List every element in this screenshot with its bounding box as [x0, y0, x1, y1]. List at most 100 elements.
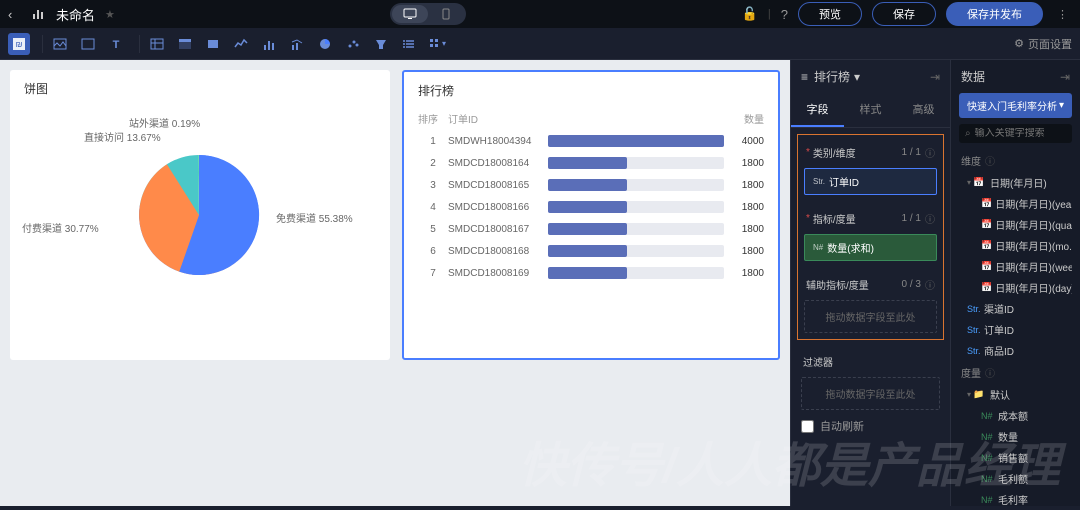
tree-item-date-year[interactable]: 📅日期(年月日)(year)	[959, 193, 1072, 214]
tree-item-profit[interactable]: N#毛利额	[959, 468, 1072, 489]
data-panel-title: 数据	[961, 68, 985, 85]
pie-chart-card[interactable]: 饼图	[10, 70, 390, 360]
back-button[interactable]: ‹	[8, 7, 26, 22]
page-settings-button[interactable]: ⚙ 页面设置	[1014, 36, 1072, 52]
table-row: 6SMDCD180081681800	[418, 240, 764, 262]
tool-grid[interactable]: ▾	[426, 33, 448, 55]
table-row: 1SMDWH180043944000	[418, 130, 764, 152]
search-input[interactable]	[975, 128, 1080, 139]
tool-funnel[interactable]	[370, 33, 392, 55]
field-chip-orderid[interactable]: Str.订单ID	[804, 168, 937, 195]
page-title: 未命名	[56, 5, 95, 24]
pie-label-direct: 直接访问 13.67%	[84, 129, 161, 144]
table-row: 5SMDCD180081671800	[418, 218, 764, 240]
config-panel: ≡ 排行榜 ▾ ⇥ 字段 样式 高级 * 类别/维度 1 / 1 ⓘ Str.订…	[790, 60, 950, 506]
info-icon[interactable]: ⓘ	[925, 211, 935, 226]
tree-item-orderid[interactable]: Str.订单ID	[959, 319, 1072, 340]
device-toggle	[390, 3, 466, 25]
auto-refresh-checkbox[interactable]	[801, 420, 814, 433]
info-icon[interactable]: ⓘ	[925, 145, 935, 160]
config-tabs: 字段 样式 高级	[791, 93, 950, 128]
desktop-button[interactable]	[392, 5, 428, 23]
table-row: 7SMDCD180081691800	[418, 262, 764, 284]
tree-item-profitrate[interactable]: N#毛利率	[959, 489, 1072, 510]
help-icon[interactable]: ?	[781, 7, 788, 22]
canvas[interactable]: 饼图	[0, 60, 790, 506]
dimension-label: 维度	[961, 153, 981, 168]
gear-icon: ⚙	[1014, 37, 1024, 50]
tool-text[interactable]: T	[105, 33, 127, 55]
tool-card[interactable]	[202, 33, 224, 55]
pie-label-outside: 站外渠道 0.19%	[129, 115, 200, 130]
svg-text:₪: ₪	[16, 40, 23, 49]
measure-label: 度量	[961, 365, 981, 380]
tool-combo[interactable]	[286, 33, 308, 55]
tool-pie[interactable]	[314, 33, 336, 55]
tree-item-date-week[interactable]: 📅日期(年月日)(week)	[959, 256, 1072, 277]
config-title: 排行榜	[814, 68, 850, 85]
collapse-icon[interactable]: ⇥	[930, 70, 940, 84]
info-icon[interactable]: ⓘ	[925, 277, 935, 292]
table-row: 3SMDCD180081651800	[418, 174, 764, 196]
tree-item-cost[interactable]: N#成本额	[959, 405, 1072, 426]
info-icon[interactable]: ⓘ	[985, 153, 995, 168]
rank-chart-card[interactable]: 排行榜 排序 订单ID 数量 1SMDWH1800439440002SMDCD1…	[402, 70, 780, 360]
tree-item-productid[interactable]: Str.商品ID	[959, 340, 1072, 361]
tool-image[interactable]	[49, 33, 71, 55]
toolbar: ₪ T ▾ ⚙ 页面设置	[0, 28, 1080, 60]
tab-style[interactable]: 样式	[844, 93, 897, 127]
dropdown-icon[interactable]: ▾	[854, 70, 860, 84]
field-chip-qty[interactable]: N#数量(求和)	[804, 234, 937, 261]
tool-scatter[interactable]	[342, 33, 364, 55]
tool-line[interactable]	[230, 33, 252, 55]
tab-advanced[interactable]: 高级	[897, 93, 950, 127]
config-fields-box: * 类别/维度 1 / 1 ⓘ Str.订单ID * 指标/度量 1 / 1 ⓘ…	[797, 134, 944, 340]
table-row: 4SMDCD180081661800	[418, 196, 764, 218]
search-icon: ⌕	[965, 128, 971, 139]
preview-button[interactable]: 预览	[798, 2, 862, 26]
tool-container[interactable]	[77, 33, 99, 55]
tab-field[interactable]: 字段	[791, 93, 844, 127]
tree-item-date-quarter[interactable]: 📅日期(年月日)(qua...	[959, 214, 1072, 235]
pie-chart	[129, 145, 269, 285]
search-box[interactable]: ⌕	[959, 124, 1072, 143]
section-aux-label: 辅助指标/度量	[806, 277, 869, 292]
star-icon[interactable]: ★	[105, 8, 115, 21]
save-publish-button[interactable]: 保存并发布	[946, 2, 1043, 26]
more-icon[interactable]: ⋮	[1053, 8, 1072, 21]
section-metric-label: 指标/度量	[813, 211, 856, 226]
pie-label-free: 免费渠道 55.38%	[276, 210, 353, 225]
lock-icon[interactable]: 🔓	[742, 6, 758, 22]
table-row: 2SMDCD180081641800	[418, 152, 764, 174]
tree-item-sales[interactable]: N#销售额	[959, 447, 1072, 468]
tool-kpi[interactable]: ₪	[8, 33, 30, 55]
tree-item-default[interactable]: ▾📁默认	[959, 384, 1072, 405]
collapse-icon[interactable]: ⇥	[1060, 70, 1070, 84]
data-panel: 数据 ⇥ 快速入门毛利率分析 ▾ ⌕ 维度 ⓘ ▾📅日期(年月日) 📅日期(年月…	[950, 60, 1080, 506]
auto-refresh-row[interactable]: 自动刷新	[791, 410, 950, 442]
svg-text:T: T	[113, 39, 120, 51]
tree-item-channelid[interactable]: Str.渠道ID	[959, 298, 1072, 319]
aux-drop-zone[interactable]: 拖动数据字段至此处	[804, 300, 937, 333]
tool-crosstab[interactable]	[174, 33, 196, 55]
tool-table[interactable]	[146, 33, 168, 55]
section-category-label: 类别/维度	[813, 145, 856, 160]
section-filter-label: 过滤器	[803, 354, 833, 369]
rank-header: 排序 订单ID 数量	[418, 107, 764, 130]
dataset-selector[interactable]: 快速入门毛利率分析 ▾	[959, 93, 1072, 118]
tool-list[interactable]	[398, 33, 420, 55]
pie-title: 饼图	[24, 80, 376, 97]
tool-bar[interactable]	[258, 33, 280, 55]
topbar: ‹ 未命名 ★ 🔓 | ? 预览 保存 保存并发布 ⋮	[0, 0, 1080, 28]
pie-label-paid: 付费渠道 30.77%	[22, 220, 99, 235]
tree-item-date-day[interactable]: 📅日期(年月日)(day)	[959, 277, 1072, 298]
list-icon: ≡	[801, 70, 808, 84]
tree-item-date[interactable]: ▾📅日期(年月日)	[959, 172, 1072, 193]
filter-drop-zone[interactable]: 拖动数据字段至此处	[801, 377, 940, 410]
rank-title: 排行榜	[418, 82, 764, 99]
save-button[interactable]: 保存	[872, 2, 936, 26]
tree-item-date-month[interactable]: 📅日期(年月日)(mo...	[959, 235, 1072, 256]
mobile-button[interactable]	[428, 5, 464, 23]
info-icon[interactable]: ⓘ	[985, 365, 995, 380]
tree-item-qty[interactable]: N#数量	[959, 426, 1072, 447]
